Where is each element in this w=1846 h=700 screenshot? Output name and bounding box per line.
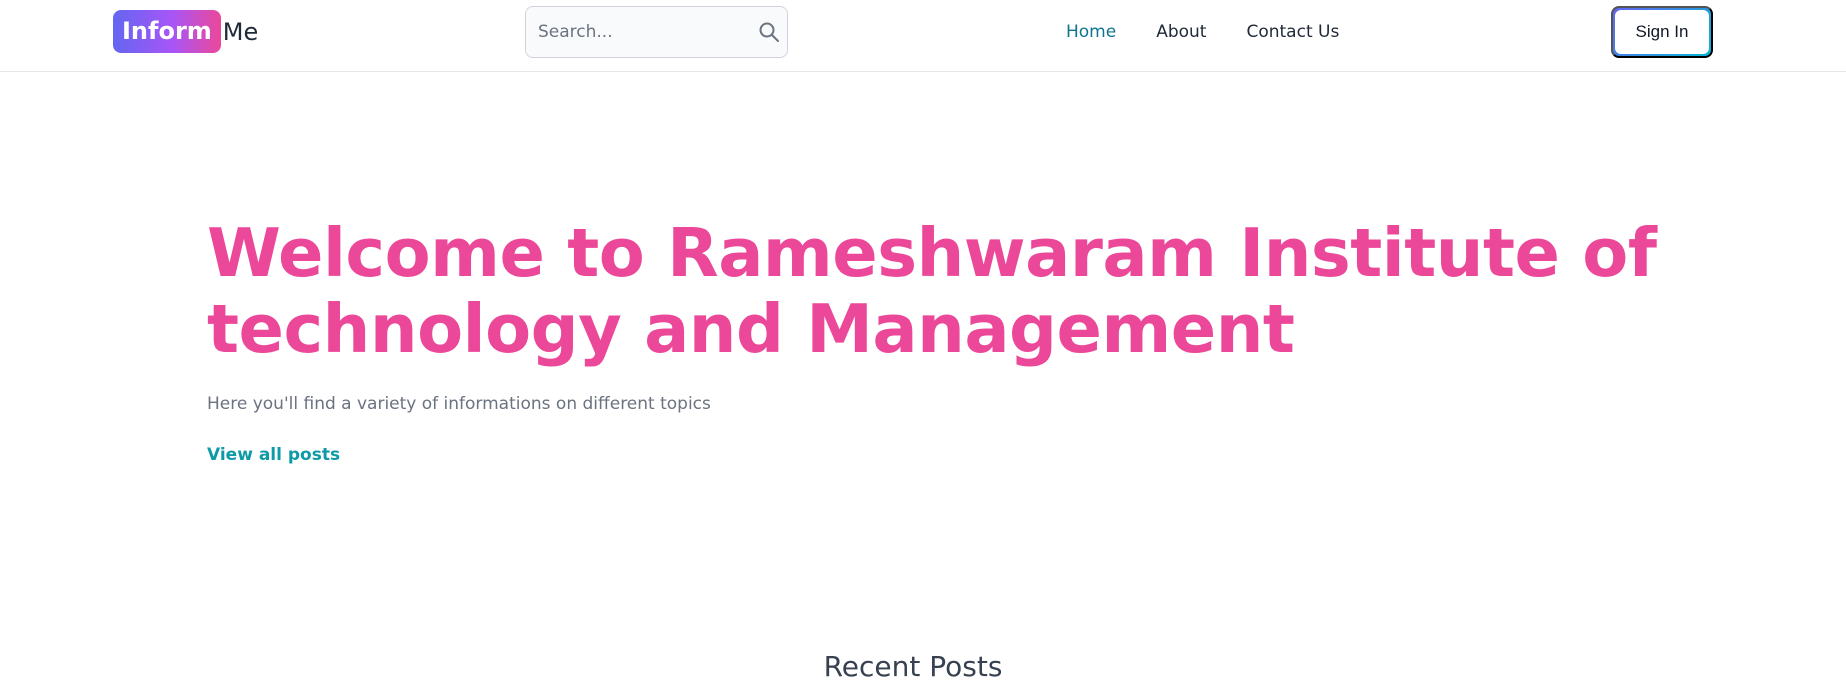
site-logo[interactable]: Inform Me (113, 10, 258, 53)
sign-in-button[interactable]: Sign In (1611, 6, 1713, 58)
nav-link-about[interactable]: About (1156, 20, 1206, 44)
sign-in-label: Sign In (1615, 10, 1709, 54)
main-nav: Home About Contact Us (1066, 20, 1379, 44)
hero-title: Welcome to Rameshwaram Institute of tech… (207, 214, 1657, 368)
recent-posts-heading: Recent Posts (823, 650, 1003, 683)
hero-subtitle: Here you'll find a variety of informatio… (207, 394, 711, 414)
search-input[interactable] (538, 7, 757, 57)
search-icon[interactable] (757, 20, 781, 44)
search-box (525, 6, 788, 58)
top-navbar: Inform Me Home About Contact Us Sign In (0, 0, 1846, 72)
view-all-posts-link[interactable]: View all posts (207, 445, 340, 465)
nav-link-contact[interactable]: Contact Us (1246, 20, 1339, 44)
logo-text: Me (222, 17, 259, 46)
nav-link-home[interactable]: Home (1066, 20, 1116, 44)
hero-section: Welcome to Rameshwaram Institute of tech… (207, 215, 1667, 465)
logo-badge: Inform (113, 10, 221, 53)
